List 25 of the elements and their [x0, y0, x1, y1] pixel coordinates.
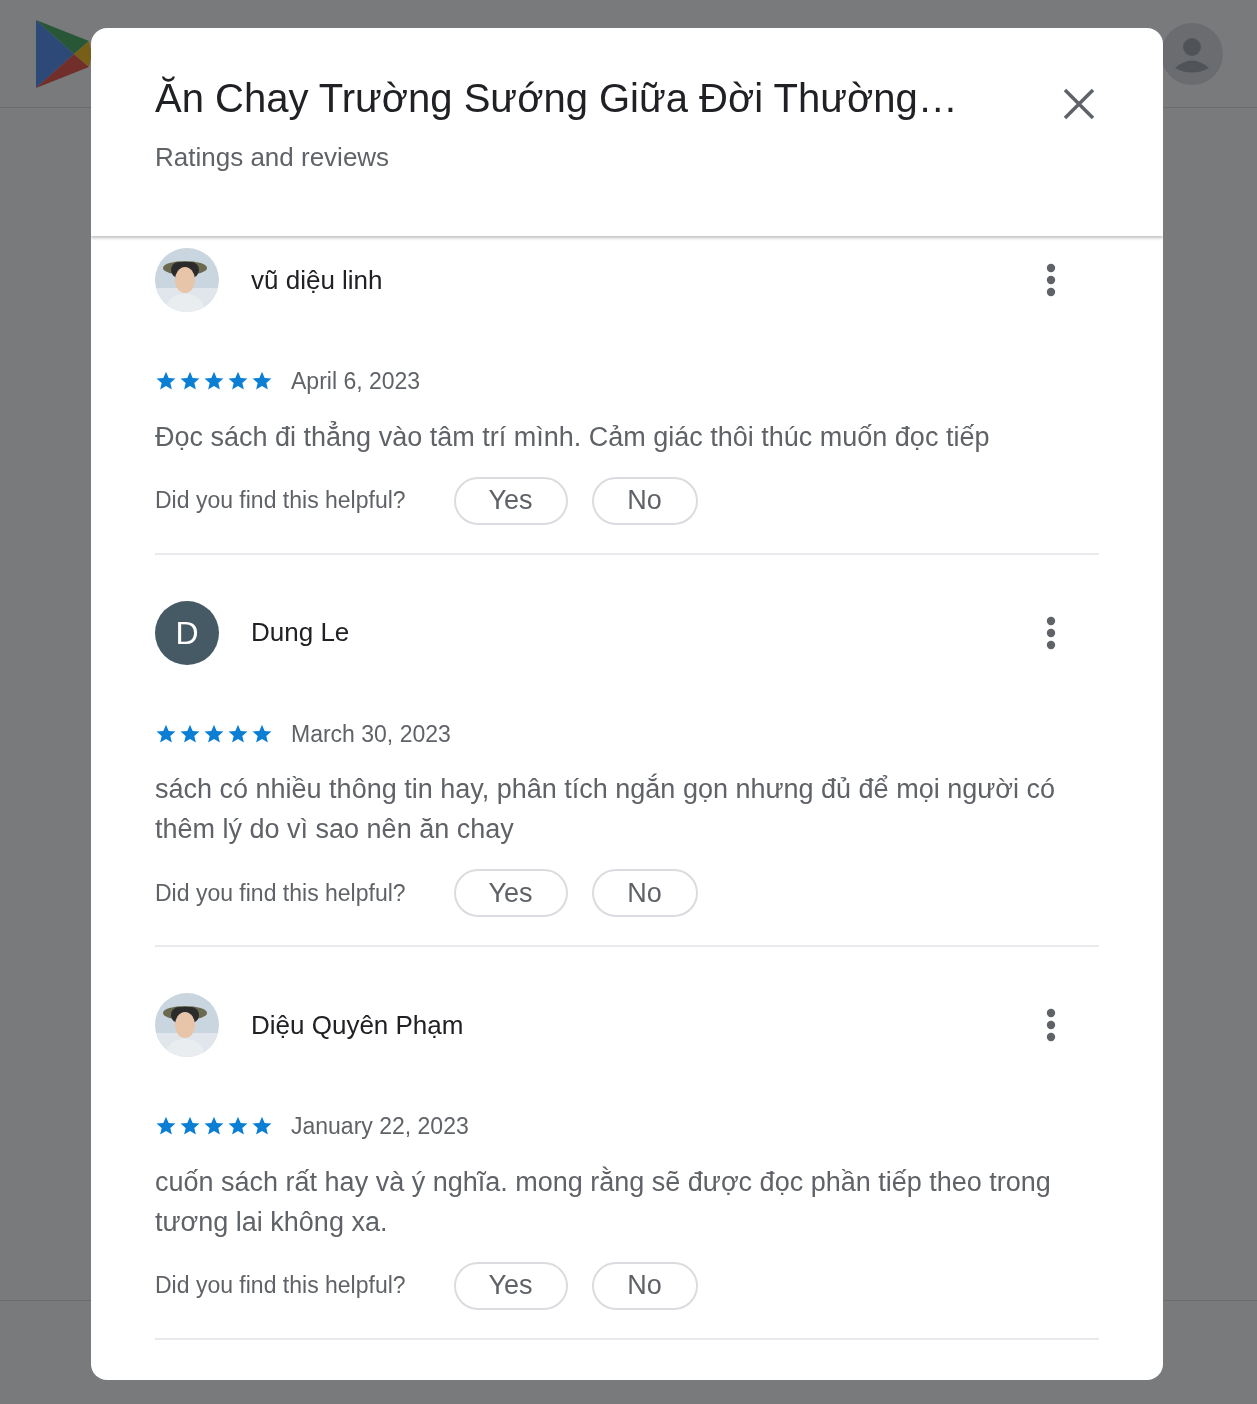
vote-button[interactable]: Yes	[453, 1261, 568, 1310]
helpful-prompt: Did you find this helpful?	[155, 1271, 406, 1301]
vote-button[interactable]: No	[591, 1261, 698, 1310]
vote-button[interactable]: No	[591, 476, 698, 525]
more-options-button[interactable]	[1045, 263, 1057, 297]
dialog-subtitle: Ratings and reviews	[155, 141, 391, 174]
avatar-letter: D	[155, 600, 219, 665]
review-date: January 22, 2023	[291, 1112, 469, 1141]
vote-button[interactable]: Yes	[453, 869, 568, 917]
more-options-button[interactable]	[1045, 615, 1057, 650]
review-text: cuốn sách rất hay và ý nghĩa. mong rằng sẽ được đọc phần tiếp theo trong tương lai không xa.	[155, 1165, 1052, 1239]
reviewer-name: Dung Le	[251, 616, 350, 649]
review-text: sách có nhiều thông tin hay, phân tích ngắn gọn nhưng đủ để mọi người có thêm lý do vì sao nên ăn chay	[155, 772, 1056, 846]
helpful-prompt: Did you find this helpful?	[155, 878, 406, 908]
reviewer-name: vũ diệu linh	[251, 263, 383, 297]
account-avatar-icon[interactable]	[1161, 22, 1223, 85]
vote-button[interactable]: Yes	[453, 476, 568, 525]
review-text: Đọc sách đi thẳng vào tâm trí mình. Cảm giác thôi thúc muốn đọc tiếp	[155, 420, 991, 454]
more-options-button[interactable]	[1045, 1008, 1057, 1042]
reviewer-name: Diệu Quyên Phạm	[251, 1008, 464, 1042]
helpful-prompt: Did you find this helpful?	[155, 486, 406, 516]
review-date: April 6, 2023	[291, 367, 421, 396]
review-date: March 30, 2023	[291, 719, 451, 749]
vote-button[interactable]: No	[591, 869, 698, 917]
dialog-title: Ăn Chay Trường Sướng Giữa Đời Thường…	[155, 75, 958, 122]
